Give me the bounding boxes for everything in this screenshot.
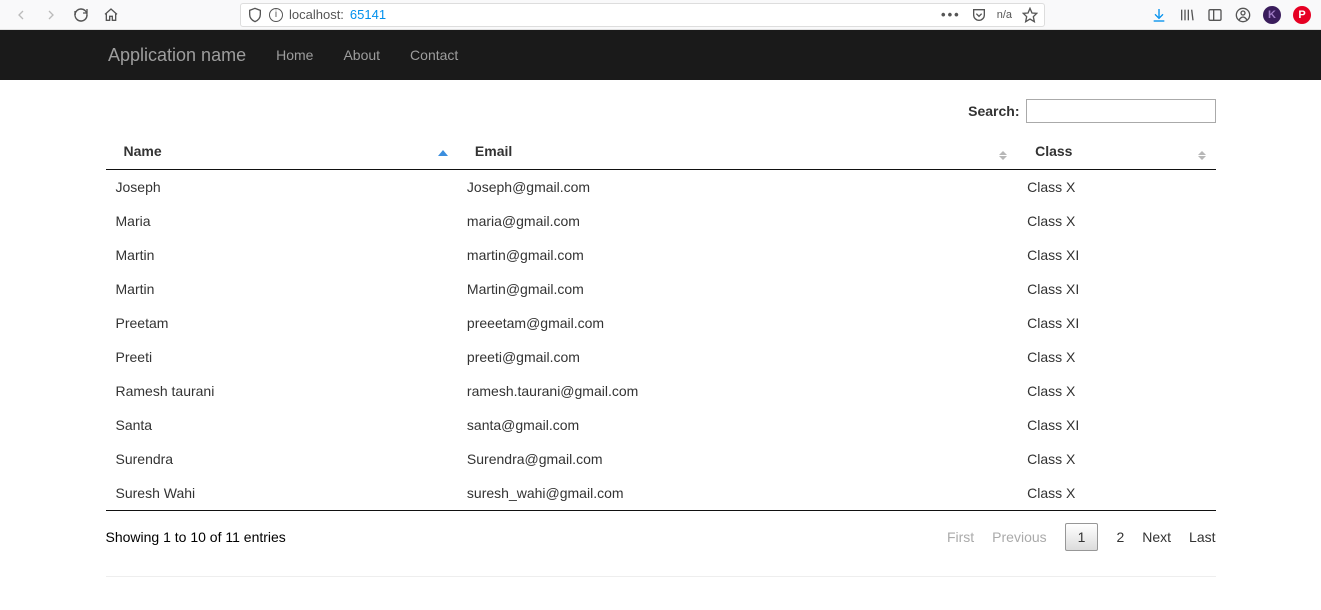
data-table: Name Email Class JosephJoseph@gmail.comC… — [106, 133, 1216, 511]
cell-class: Class X — [1017, 204, 1215, 238]
column-name-label: Name — [124, 143, 162, 159]
search-label: Search: — [968, 103, 1019, 119]
pagination-page[interactable]: 1 — [1065, 523, 1099, 551]
pagination: First Previous 1 2 Next Last — [947, 523, 1216, 551]
cell-name: Santa — [106, 408, 457, 442]
sidebar-icon[interactable] — [1207, 7, 1223, 23]
table-row: Preetipreeti@gmail.comClass X — [106, 340, 1216, 374]
table-row: JosephJoseph@gmail.comClass X — [106, 170, 1216, 205]
profile-icon[interactable]: K — [1263, 6, 1281, 24]
reload-button[interactable] — [70, 4, 92, 26]
navbar: Application name Home About Contact — [0, 30, 1321, 80]
cell-class: Class XI — [1017, 238, 1215, 272]
column-email-label: Email — [475, 143, 512, 159]
column-header-class[interactable]: Class — [1017, 133, 1215, 170]
cell-email: preeti@gmail.com — [457, 340, 1017, 374]
pocket-icon[interactable] — [971, 7, 987, 23]
pagination-next[interactable]: Next — [1142, 529, 1171, 545]
nav-link-about[interactable]: About — [343, 47, 380, 63]
table-info: Showing 1 to 10 of 11 entries — [106, 529, 286, 545]
cell-email: Joseph@gmail.com — [457, 170, 1017, 205]
footer-divider — [106, 576, 1216, 577]
cell-class: Class XI — [1017, 306, 1215, 340]
cell-name: Preetam — [106, 306, 457, 340]
search-row: Search: — [106, 99, 1216, 123]
forward-button[interactable] — [40, 4, 62, 26]
table-row: SurendraSurendra@gmail.comClass X — [106, 442, 1216, 476]
shield-icon — [247, 7, 263, 23]
sort-asc-icon — [437, 143, 449, 159]
pagination-page[interactable]: 2 — [1116, 529, 1124, 545]
nav-link-home[interactable]: Home — [276, 47, 313, 63]
pagination-last[interactable]: Last — [1189, 529, 1215, 545]
cell-class: Class X — [1017, 476, 1215, 511]
cell-name: Martin — [106, 272, 457, 306]
cell-email: Martin@gmail.com — [457, 272, 1017, 306]
column-header-email[interactable]: Email — [457, 133, 1017, 170]
url-port: 65141 — [350, 7, 386, 22]
table-row: Preetampreeetam@gmail.comClass XI — [106, 306, 1216, 340]
account-icon[interactable] — [1235, 7, 1251, 23]
navbar-brand[interactable]: Application name — [108, 45, 246, 66]
search-input[interactable] — [1026, 99, 1216, 123]
cell-class: Class X — [1017, 374, 1215, 408]
column-header-name[interactable]: Name — [106, 133, 457, 170]
cell-name: Ramesh taurani — [106, 374, 457, 408]
table-row: Suresh Wahisuresh_wahi@gmail.comClass X — [106, 476, 1216, 511]
cell-name: Preeti — [106, 340, 457, 374]
sort-both-icon — [1196, 142, 1208, 160]
library-icon[interactable] — [1179, 7, 1195, 23]
table-header-row: Name Email Class — [106, 133, 1216, 170]
bookmark-star-icon[interactable] — [1022, 7, 1038, 23]
cell-name: Joseph — [106, 170, 457, 205]
cell-email: Surendra@gmail.com — [457, 442, 1017, 476]
browser-toolbar: i localhost: 65141 ••• n/a K P — [0, 0, 1321, 30]
cell-name: Maria — [106, 204, 457, 238]
reader-mode-label: n/a — [997, 9, 1012, 21]
url-host: localhost: — [289, 7, 344, 22]
info-icon[interactable]: i — [269, 8, 283, 22]
cell-name: Surendra — [106, 442, 457, 476]
home-button[interactable] — [100, 4, 122, 26]
cell-class: Class X — [1017, 340, 1215, 374]
pagination-first[interactable]: First — [947, 529, 974, 545]
cell-class: Class X — [1017, 442, 1215, 476]
table-row: Santasanta@gmail.comClass XI — [106, 408, 1216, 442]
table-row: Ramesh tauraniramesh.taurani@gmail.comCl… — [106, 374, 1216, 408]
cell-email: maria@gmail.com — [457, 204, 1017, 238]
sort-both-icon — [997, 142, 1009, 160]
table-row: Mariamaria@gmail.comClass X — [106, 204, 1216, 238]
column-class-label: Class — [1035, 143, 1072, 159]
table-row: MartinMartin@gmail.comClass XI — [106, 272, 1216, 306]
cell-class: Class X — [1017, 170, 1215, 205]
downloads-icon[interactable] — [1151, 7, 1167, 23]
table-row: Martinmartin@gmail.comClass XI — [106, 238, 1216, 272]
back-button[interactable] — [10, 4, 32, 26]
page-container: Search: Name Email Class JosephJoseph@gm… — [91, 80, 1231, 592]
more-icon[interactable]: ••• — [941, 7, 961, 22]
table-footer: Showing 1 to 10 of 11 entries First Prev… — [106, 517, 1216, 566]
cell-email: ramesh.taurani@gmail.com — [457, 374, 1017, 408]
cell-email: preeetam@gmail.com — [457, 306, 1017, 340]
cell-class: Class XI — [1017, 272, 1215, 306]
address-bar[interactable]: i localhost: 65141 ••• n/a — [240, 3, 1045, 27]
nav-link-contact[interactable]: Contact — [410, 47, 458, 63]
cell-name: Martin — [106, 238, 457, 272]
cell-email: suresh_wahi@gmail.com — [457, 476, 1017, 511]
pagination-previous[interactable]: Previous — [992, 529, 1046, 545]
pinterest-icon[interactable]: P — [1293, 6, 1311, 24]
cell-email: santa@gmail.com — [457, 408, 1017, 442]
cell-email: martin@gmail.com — [457, 238, 1017, 272]
cell-name: Suresh Wahi — [106, 476, 457, 511]
cell-class: Class XI — [1017, 408, 1215, 442]
